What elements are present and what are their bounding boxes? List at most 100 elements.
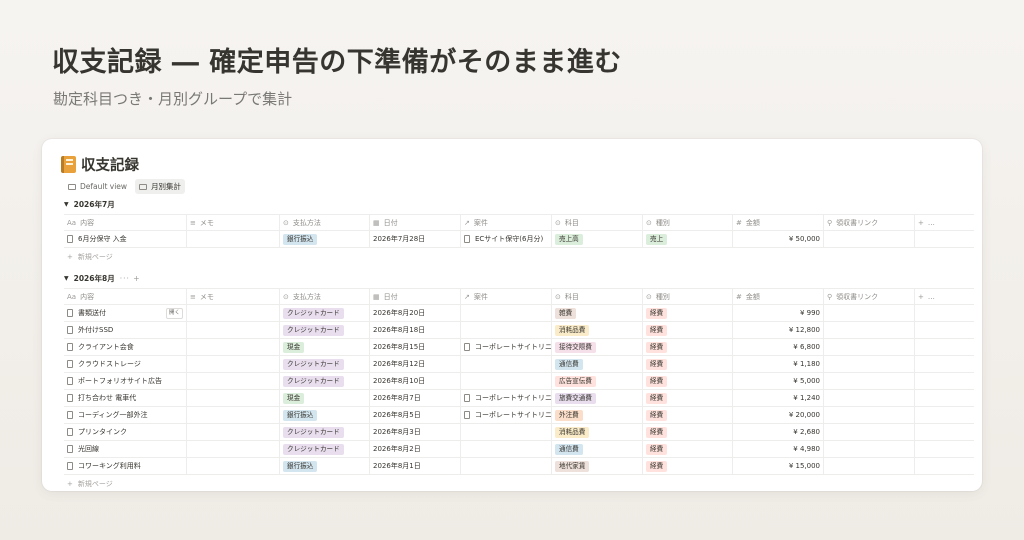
column-header[interactable]: ⊙ 種別 [643, 289, 733, 304]
open-button[interactable]: 開く [165, 308, 183, 319]
cell-receipt[interactable] [824, 390, 915, 406]
table-row[interactable]: クライアント会食 現金 2026年8月15日 コーポレートサイトリニュ 接待交際費 経費 ¥… [64, 339, 974, 356]
cell-memo[interactable] [187, 407, 280, 423]
column-header[interactable]: +… [915, 215, 974, 230]
cell-project[interactable] [461, 373, 552, 389]
cell-account[interactable]: 通信費 [552, 356, 643, 372]
cell-kind[interactable]: 経費 [643, 390, 733, 406]
caret-down-icon[interactable]: ▼ [64, 275, 69, 282]
table-row[interactable]: 光回線 クレジットカード 2026年8月2日 通信費 経費 ¥ 4,980 [64, 441, 974, 458]
cell-date[interactable]: 2026年8月15日 [370, 339, 461, 355]
tab-monthly-summary[interactable]: 月別集計 [135, 179, 186, 194]
caret-down-icon[interactable]: ▼ [64, 201, 69, 208]
cell-kind[interactable]: 経費 [643, 305, 733, 321]
table-row[interactable]: ポートフォリオサイト広告 クレジットカード 2026年8月10日 広告宣伝費 経費 ¥ 5… [64, 373, 974, 390]
column-header[interactable]: ⚲ 領収書リンク [824, 289, 915, 304]
cell-payment[interactable]: 現金 [280, 390, 370, 406]
cell-date[interactable]: 2026年8月10日 [370, 373, 461, 389]
new-page-button[interactable]: + 新規ページ [64, 475, 974, 491]
cell-project[interactable] [461, 441, 552, 457]
project-link[interactable]: コーポレートサイトリニュ [475, 342, 551, 352]
cell-project[interactable]: コーポレートサイトリニュ [461, 339, 552, 355]
cell-amount[interactable]: ¥ 2,680 [733, 424, 824, 440]
cell-account[interactable]: 通信費 [552, 441, 643, 457]
cell-amount[interactable]: ¥ 12,800 [733, 322, 824, 338]
cell-memo[interactable] [187, 424, 280, 440]
cell-receipt[interactable] [824, 356, 915, 372]
cell-project[interactable] [461, 458, 552, 474]
cell-kind[interactable]: 経費 [643, 407, 733, 423]
cell-payment[interactable]: 現金 [280, 339, 370, 355]
cell-kind[interactable]: 経費 [643, 322, 733, 338]
database-title[interactable]: 収支記録 [61, 154, 139, 175]
cell-date[interactable]: 2026年8月12日 [370, 356, 461, 372]
cell-name[interactable]: コーディング一部外注 [64, 407, 187, 423]
cell-date[interactable]: 2026年8月5日 [370, 407, 461, 423]
table-row[interactable]: コーディング一部外注 銀行振込 2026年8月5日 コーポレートサイトリニュ 外注費 経費… [64, 407, 974, 424]
cell-account[interactable]: 売上高 [552, 231, 643, 247]
project-link[interactable]: ECサイト保守(6月分) [475, 234, 543, 244]
cell-date[interactable]: 2026年7月28日 [370, 231, 461, 247]
column-header[interactable]: +… [915, 289, 974, 304]
table-row[interactable]: 書類送付 開く クレジットカード 2026年8月20日 雑費 経費 ¥ 990 [64, 305, 974, 322]
cell-memo[interactable] [187, 441, 280, 457]
cell-name[interactable]: プリンタインク [64, 424, 187, 440]
cell-account[interactable]: 外注費 [552, 407, 643, 423]
cell-amount[interactable]: ¥ 1,240 [733, 390, 824, 406]
cell-memo[interactable] [187, 373, 280, 389]
cell-memo[interactable] [187, 458, 280, 474]
cell-payment[interactable]: クレジットカード [280, 305, 370, 321]
project-link[interactable]: コーポレートサイトリニュ [475, 410, 551, 420]
cell-project[interactable]: ECサイト保守(6月分) [461, 231, 552, 247]
cell-account[interactable]: 接待交際費 [552, 339, 643, 355]
cell-date[interactable]: 2026年8月20日 [370, 305, 461, 321]
cell-receipt[interactable] [824, 231, 915, 247]
cell-receipt[interactable] [824, 322, 915, 338]
cell-kind[interactable]: 経費 [643, 373, 733, 389]
cell-amount[interactable]: ¥ 5,000 [733, 373, 824, 389]
column-header[interactable]: ⊙ 支払方法 [280, 289, 370, 304]
column-header[interactable]: ≡ メモ [187, 289, 280, 304]
column-header[interactable]: Aa 内容 [64, 289, 187, 304]
cell-kind[interactable]: 経費 [643, 441, 733, 457]
cell-kind[interactable]: 経費 [643, 424, 733, 440]
cell-name[interactable]: 外付けSSD [64, 322, 187, 338]
cell-receipt[interactable] [824, 424, 915, 440]
cell-project[interactable]: コーポレートサイトリニュ [461, 390, 552, 406]
cell-amount[interactable]: ¥ 990 [733, 305, 824, 321]
cell-account[interactable]: 旅費交通費 [552, 390, 643, 406]
table-row[interactable]: 6月分保守 入金 銀行振込 2026年7月28日 ECサイト保守(6月分) 売上高 売上 ¥… [64, 231, 974, 248]
column-header[interactable]: ⊙ 支払方法 [280, 215, 370, 230]
cell-amount[interactable]: ¥ 15,000 [733, 458, 824, 474]
cell-date[interactable]: 2026年8月18日 [370, 322, 461, 338]
group-tools[interactable]: ··· + [120, 274, 141, 283]
cell-memo[interactable] [187, 356, 280, 372]
cell-payment[interactable]: 銀行振込 [280, 231, 370, 247]
cell-memo[interactable] [187, 322, 280, 338]
column-header[interactable]: ▦ 日付 [370, 289, 461, 304]
cell-payment[interactable]: 銀行振込 [280, 407, 370, 423]
group-header[interactable]: ▼ 2026年8月 ··· + [64, 273, 141, 284]
cell-date[interactable]: 2026年8月3日 [370, 424, 461, 440]
cell-payment[interactable]: 銀行振込 [280, 458, 370, 474]
cell-name[interactable]: クライアント会食 [64, 339, 187, 355]
column-header[interactable]: ⊙ 科目 [552, 215, 643, 230]
cell-payment[interactable]: クレジットカード [280, 356, 370, 372]
cell-name[interactable]: 打ち合わせ 電車代 [64, 390, 187, 406]
cell-receipt[interactable] [824, 339, 915, 355]
cell-project[interactable] [461, 424, 552, 440]
cell-date[interactable]: 2026年8月1日 [370, 458, 461, 474]
cell-memo[interactable] [187, 390, 280, 406]
cell-amount[interactable]: ¥ 50,000 [733, 231, 824, 247]
cell-receipt[interactable] [824, 407, 915, 423]
cell-receipt[interactable] [824, 305, 915, 321]
cell-account[interactable]: 地代家賃 [552, 458, 643, 474]
cell-name[interactable]: 書類送付 開く [64, 305, 187, 321]
column-header[interactable]: ▦ 日付 [370, 215, 461, 230]
new-page-button[interactable]: + 新規ページ [64, 248, 974, 265]
cell-amount[interactable]: ¥ 4,980 [733, 441, 824, 457]
table-row[interactable]: プリンタインク クレジットカード 2026年8月3日 消耗品費 経費 ¥ 2,680 [64, 424, 974, 441]
cell-name[interactable]: 6月分保守 入金 [64, 231, 187, 247]
cell-account[interactable]: 消耗品費 [552, 424, 643, 440]
cell-kind[interactable]: 売上 [643, 231, 733, 247]
